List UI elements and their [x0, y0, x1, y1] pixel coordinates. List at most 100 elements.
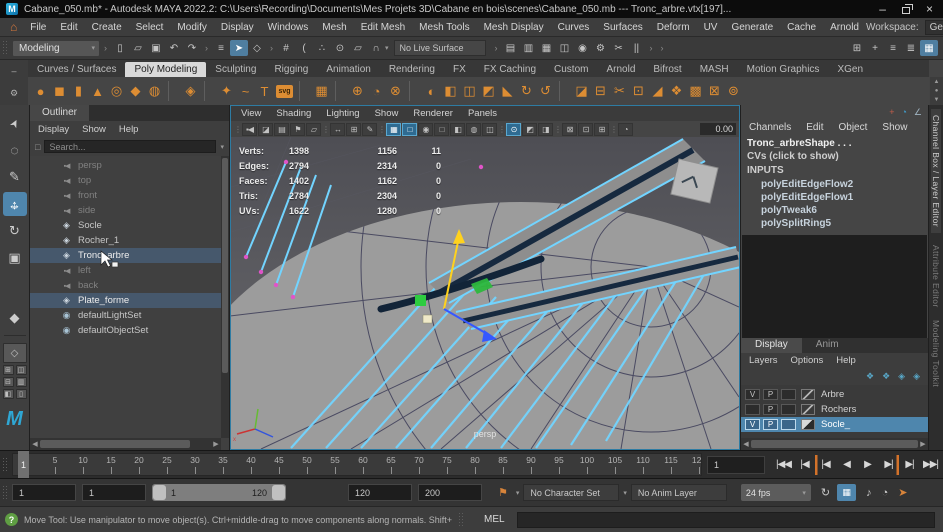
anim-layer-selector[interactable]: No Anim Layer: [630, 484, 727, 501]
layer-row[interactable]: V P Socle_: [741, 417, 928, 432]
sweep-mesh-icon[interactable]: ✦: [217, 79, 236, 103]
shelf-separator[interactable]: [299, 81, 308, 101]
smooth-shade-icon[interactable]: □: [402, 122, 417, 136]
input-node[interactable]: polyEditEdgeFlow2: [741, 179, 928, 192]
construction-aim-icon[interactable]: ⊕: [348, 79, 367, 103]
layer-playback-toggle[interactable]: P: [763, 404, 778, 415]
channel-box-menu-item[interactable]: Edit: [806, 122, 823, 133]
four-pane-layout[interactable]: ⊞: [2, 365, 14, 375]
timer-icon[interactable]: ◔: [367, 79, 386, 103]
menu-item[interactable]: Mesh Tools: [412, 22, 476, 33]
scroll-left-icon[interactable]: ◀: [741, 440, 751, 448]
2d-pan-zoom-icon[interactable]: ↔: [330, 122, 345, 136]
step-forward-key-button[interactable]: ▶|: [878, 455, 899, 475]
render-frame-icon[interactable]: ▥: [520, 40, 538, 56]
layer-visibility-toggle[interactable]: V: [745, 419, 760, 430]
move-layer-down-icon[interactable]: ❖: [882, 371, 890, 382]
spin-edge-icon[interactable]: ❖: [667, 79, 686, 103]
persp-outliner-layout[interactable]: ◫: [15, 365, 27, 375]
current-frame-marker[interactable]: 1: [18, 451, 29, 478]
menu-item[interactable]: Deform: [650, 22, 697, 33]
shelf-tab[interactable]: FX: [444, 62, 475, 77]
channel-sliders-icon[interactable]: ≡: [884, 40, 902, 56]
channel-box-menu-item[interactable]: Object: [839, 122, 868, 133]
menu-item[interactable]: UV: [697, 22, 725, 33]
poly-cube-icon[interactable]: ◼: [50, 79, 69, 103]
filter-icon[interactable]: [35, 142, 40, 152]
loop-icon[interactable]: ↻: [821, 486, 830, 499]
layer-display-toggle[interactable]: [781, 389, 796, 400]
layer-color-swatch[interactable]: [801, 389, 815, 400]
isolate-select-icon[interactable]: ⊙: [506, 122, 521, 136]
empty-layer-icon[interactable]: ◈: [898, 371, 905, 382]
scale-tool[interactable]: ▣: [3, 246, 27, 270]
shelf-tab[interactable]: Rigging: [265, 62, 317, 77]
shelf-tab[interactable]: Animation: [317, 62, 379, 77]
scrollbar-thumb[interactable]: [222, 158, 228, 373]
gear-icon[interactable]: ⚙: [10, 88, 18, 99]
outliner-item[interactable]: defaultObjectSet: [30, 323, 221, 338]
playback-end-field[interactable]: 120: [348, 484, 412, 501]
grease-pencil-icon[interactable]: ✎: [362, 122, 377, 136]
sidebar-tab[interactable]: Attribute Editor: [931, 245, 941, 308]
layer-playback-toggle[interactable]: P: [763, 419, 778, 430]
render-sequence-icon[interactable]: ◫: [556, 40, 574, 56]
menu-item[interactable]: Windows: [261, 22, 316, 33]
command-language-label[interactable]: MEL: [484, 514, 505, 525]
xray-icon[interactable]: ◩: [522, 122, 537, 136]
shelf-tab[interactable]: Poly Modeling: [125, 62, 207, 77]
target-weld-icon[interactable]: ⊡: [629, 79, 648, 103]
outliner-item[interactable]: Tronc_arbre: [30, 248, 221, 263]
menu-item[interactable]: Generate: [724, 22, 780, 33]
anti-alias-icon[interactable]: ⊡: [578, 122, 593, 136]
shelf-tab[interactable]: Arnold: [597, 62, 644, 77]
shelf-separator[interactable]: [409, 81, 418, 101]
persp-graph-layout[interactable]: ⊟: [2, 377, 14, 387]
go-to-end-button[interactable]: ▶▶|: [920, 455, 941, 475]
joints-xray-icon[interactable]: ◨: [538, 122, 553, 136]
poly-cylinder-icon[interactable]: ▮: [69, 79, 88, 103]
scroll-right-icon[interactable]: ▶: [918, 440, 928, 448]
outliner-item[interactable]: persp: [30, 158, 221, 173]
input-node[interactable]: polyTweak6: [741, 205, 928, 218]
menu-item[interactable]: Modify: [170, 22, 213, 33]
select-hierarchy-icon[interactable]: ≡: [212, 40, 230, 56]
layer-editor-menu-item[interactable]: Layers: [749, 355, 778, 366]
exposure-icon[interactable]: ◔: [618, 122, 633, 136]
paint-select-tool[interactable]: ✎: [3, 165, 27, 189]
mute-icon[interactable]: ♪: [866, 487, 872, 499]
bevel-icon[interactable]: ◪: [572, 79, 591, 103]
shelf-scroll[interactable]: ▲ ● ▼: [930, 77, 943, 105]
shelf-tab[interactable]: MASH: [691, 62, 738, 77]
boolean-icon[interactable]: ◧: [441, 79, 460, 103]
outliner-item[interactable]: back: [30, 278, 221, 293]
menu-item[interactable]: Surfaces: [596, 22, 649, 33]
play-backwards-button[interactable]: ◀: [836, 455, 857, 475]
poly-sphere-icon[interactable]: ●: [31, 79, 50, 103]
viewport-menu-item[interactable]: Renderer: [413, 108, 453, 119]
select-component-icon[interactable]: ◇: [248, 40, 266, 56]
cached-playback-icon[interactable]: ◔: [882, 487, 889, 499]
use-all-lights-icon[interactable]: □: [434, 122, 449, 136]
shelf-tab[interactable]: XGen: [828, 62, 872, 77]
scroll-up-icon[interactable]: ▲: [934, 79, 940, 85]
layer-row[interactable]: V P Arbre: [741, 387, 928, 402]
gate-mask-icon[interactable]: ⊞: [594, 122, 609, 136]
shelf-tab[interactable]: Motion Graphics: [738, 62, 829, 77]
live-surface-field[interactable]: No Live Surface: [393, 40, 486, 56]
section-chevron-icon[interactable]: ›: [646, 40, 657, 56]
outliner-item[interactable]: Socle: [30, 218, 221, 233]
rotate-ccw-icon[interactable]: ↺: [536, 79, 555, 103]
layer-display-toggle[interactable]: [781, 404, 796, 415]
motion-blur-icon[interactable]: ◫: [482, 122, 497, 136]
close-button[interactable]: ×: [926, 3, 933, 15]
layer-visibility-toggle[interactable]: V: [745, 389, 760, 400]
two-pane-layout[interactable]: ◧: [2, 389, 14, 399]
menu-item[interactable]: Edit: [53, 22, 84, 33]
menu-set-selector[interactable]: Modeling: [12, 39, 100, 57]
menu-item[interactable]: Create: [85, 22, 129, 33]
viewport-menu-item[interactable]: View: [241, 108, 261, 119]
input-node[interactable]: polyEditEdgeFlow1: [741, 192, 928, 205]
layer-color-swatch[interactable]: [801, 419, 815, 430]
shelf-tab[interactable]: FX Caching: [475, 62, 545, 77]
